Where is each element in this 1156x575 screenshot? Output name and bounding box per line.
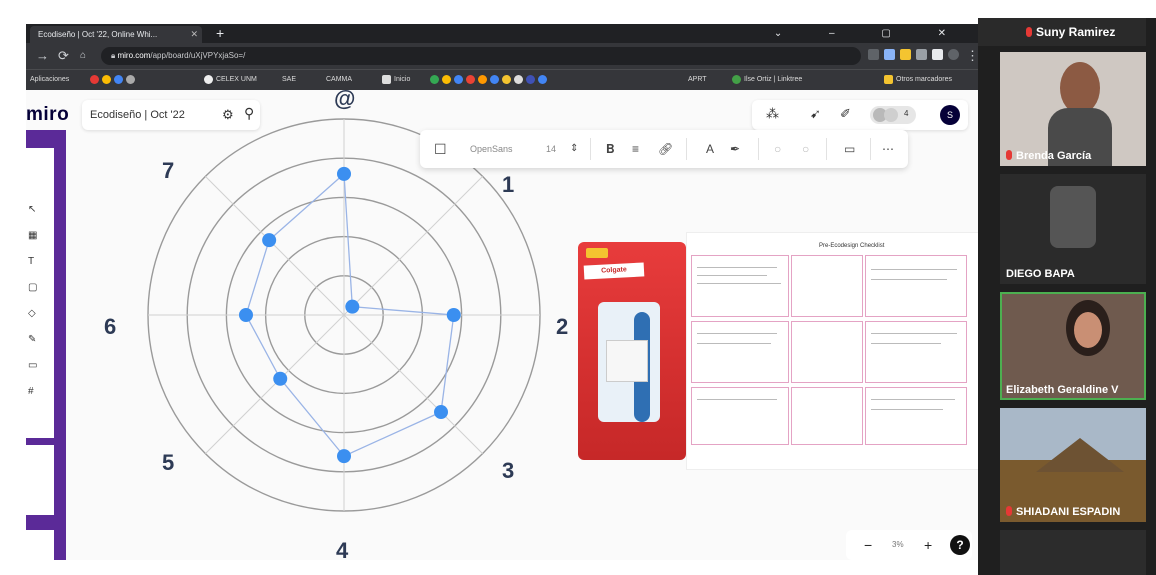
radar-point[interactable] bbox=[262, 233, 277, 248]
document-title: Pre-Ecodesign Checklist bbox=[819, 243, 885, 249]
new-tab-icon[interactable]: + bbox=[216, 24, 224, 43]
text-format-toolbar: ☐ OpenSans 14 ⇕ 𝐁 ≡ 🔗︎ A ✒ ○ ○ ▭ ⋯ bbox=[420, 130, 908, 168]
bookmark-celex[interactable]: CELEX UNM bbox=[204, 70, 257, 90]
radar-point[interactable] bbox=[446, 308, 461, 322]
radar-point[interactable] bbox=[337, 166, 351, 181]
radar-label-4: 4 bbox=[336, 538, 349, 560]
star-icon[interactable] bbox=[884, 49, 895, 60]
landscape-mountain bbox=[1036, 438, 1124, 472]
address-bar-row: → ⟳ ⌂ 🔒︎ miro.com/app/board/uXjVPYxjaSo=… bbox=[26, 43, 979, 69]
radar-point[interactable] bbox=[239, 308, 253, 322]
more-options-icon[interactable]: ⋯ bbox=[882, 130, 894, 168]
screenshot: Ecodiseño | Oct '22, Online Whi... ✕ + ⌄… bbox=[0, 0, 1156, 575]
radar-label-3: 3 bbox=[502, 458, 515, 483]
share-icon[interactable] bbox=[868, 49, 879, 60]
radar-spoke bbox=[205, 314, 345, 454]
sidebar-icon[interactable] bbox=[932, 49, 943, 60]
product-card bbox=[606, 340, 648, 382]
window-controls[interactable]: ⌄ – ▢ ✕ bbox=[774, 24, 968, 43]
brand-logo: Colgate bbox=[583, 262, 645, 280]
participant-name: DIEGO BAPA bbox=[1006, 268, 1075, 280]
bookmark-inicio[interactable]: Inicio bbox=[382, 70, 410, 90]
zoom-controls: − 3% + ? bbox=[846, 530, 972, 560]
align-icon[interactable]: ≡ bbox=[632, 130, 639, 168]
participant-face bbox=[1060, 62, 1100, 114]
radar-label-at: @ bbox=[334, 90, 356, 111]
bookmark-camma[interactable]: CAMMA bbox=[326, 70, 352, 90]
url-domain: miro.com bbox=[117, 51, 151, 60]
bookmark-icons-row-2 bbox=[430, 70, 550, 90]
border-color-icon[interactable]: ○ bbox=[802, 130, 809, 168]
radar-point[interactable] bbox=[345, 299, 360, 314]
checklist-document[interactable]: Pre-Ecodesign Checklist bbox=[686, 232, 978, 470]
help-icon[interactable]: ? bbox=[950, 535, 970, 555]
participant-tile[interactable]: SHIADANI ESPADIN bbox=[1000, 408, 1146, 522]
bookmark-linktree[interactable]: Ilse Ortiz | Linktree bbox=[732, 70, 802, 90]
radar-label-6: 6 bbox=[104, 314, 117, 339]
font-size-select[interactable]: 14 bbox=[546, 130, 556, 168]
reload-icon[interactable]: ⟳ bbox=[58, 43, 69, 69]
close-tab-icon[interactable]: ✕ bbox=[190, 26, 198, 43]
bookmark-apps[interactable]: Aplicaciones bbox=[30, 70, 69, 90]
radar-spoke bbox=[205, 176, 345, 316]
video-participants-panel: Suny Ramirez Brenda García DIEGO BAPA El… bbox=[978, 18, 1156, 575]
radar-label-1: 1 bbox=[502, 172, 515, 197]
bookmark-sae[interactable]: SAE bbox=[282, 70, 296, 90]
participant-name: SHIADANI ESPADIN bbox=[1006, 506, 1120, 518]
participant-face bbox=[1074, 312, 1102, 348]
bookmarks-bar: Aplicaciones CELEX UNM SAE CAMMA Inicio … bbox=[26, 69, 978, 90]
frame-select-icon[interactable]: ☐ bbox=[434, 130, 447, 168]
miro-board[interactable]: ↖ ▦ T ▢ ◇ ✎ ▭ # miro Ecodiseño | Oct '22… bbox=[26, 90, 978, 560]
participant-tile[interactable]: Brenda García bbox=[1000, 52, 1146, 166]
profile-icon[interactable] bbox=[948, 49, 959, 60]
muted-mic-icon bbox=[1026, 27, 1032, 37]
back-icon[interactable]: → bbox=[36, 43, 49, 69]
font-size-stepper-icon[interactable]: ⇕ bbox=[570, 130, 578, 168]
radar-spoke bbox=[343, 314, 483, 454]
zoom-out-icon[interactable]: − bbox=[864, 530, 872, 560]
participant-tile[interactable] bbox=[1000, 530, 1146, 575]
radar-label-5: 5 bbox=[162, 450, 175, 475]
participant-name: Suny Ramirez bbox=[1036, 25, 1116, 39]
link-icon[interactable]: 🔗︎ bbox=[658, 130, 673, 168]
muted-mic-icon bbox=[1006, 506, 1012, 516]
bookmark-aprt[interactable]: APRT bbox=[688, 70, 707, 90]
highlight-icon[interactable]: ✒ bbox=[730, 130, 740, 168]
radar-label-2: 2 bbox=[556, 314, 569, 339]
puzzle-icon[interactable] bbox=[916, 49, 927, 60]
home-icon[interactable]: ⌂ bbox=[80, 43, 86, 69]
radar-label-7: 7 bbox=[162, 158, 175, 183]
fill-color-icon[interactable]: ○ bbox=[774, 130, 781, 168]
muted-mic-icon bbox=[1006, 150, 1012, 160]
zoom-in-icon[interactable]: + bbox=[924, 530, 932, 560]
extension-icon[interactable] bbox=[900, 49, 911, 60]
radar-point[interactable] bbox=[273, 371, 288, 386]
participant-tile-active[interactable]: Elizabeth Geraldine V bbox=[1000, 292, 1146, 400]
browser-tab-bar: Ecodiseño | Oct '22, Online Whi... ✕ + ⌄… bbox=[26, 24, 978, 43]
url-field[interactable]: 🔒︎ miro.com/app/board/uXjVPYxjaSo=/ bbox=[101, 47, 861, 65]
participant-photo bbox=[1050, 186, 1096, 248]
comment-icon[interactable]: ▭ bbox=[844, 130, 855, 168]
bookmark-icons-row bbox=[90, 70, 138, 90]
price-tag bbox=[586, 248, 608, 258]
url-path: /app/board/uXjVPYxjaSo=/ bbox=[150, 51, 246, 60]
text-color-icon[interactable]: A bbox=[706, 130, 714, 168]
font-family-select[interactable]: OpenSans bbox=[470, 130, 513, 168]
zoom-level[interactable]: 3% bbox=[892, 530, 904, 560]
bold-icon[interactable]: 𝐁 bbox=[606, 130, 614, 168]
bookmark-other[interactable]: Otros marcadores bbox=[884, 70, 952, 90]
participant-name: Brenda García bbox=[1006, 150, 1091, 162]
radar-spoke bbox=[343, 176, 483, 316]
participant-name: Elizabeth Geraldine V bbox=[1006, 384, 1119, 396]
participant-name-top: Suny Ramirez bbox=[978, 18, 1146, 46]
participant-tile[interactable]: DIEGO BAPA bbox=[1000, 174, 1146, 284]
tab-title: Ecodiseño | Oct '22, Online Whi... bbox=[38, 30, 158, 39]
toothbrush-product-image[interactable]: Colgate bbox=[578, 242, 686, 460]
browser-tab[interactable]: Ecodiseño | Oct '22, Online Whi... ✕ bbox=[30, 26, 202, 43]
radar-point[interactable] bbox=[337, 449, 351, 464]
radar-point[interactable] bbox=[434, 405, 449, 420]
